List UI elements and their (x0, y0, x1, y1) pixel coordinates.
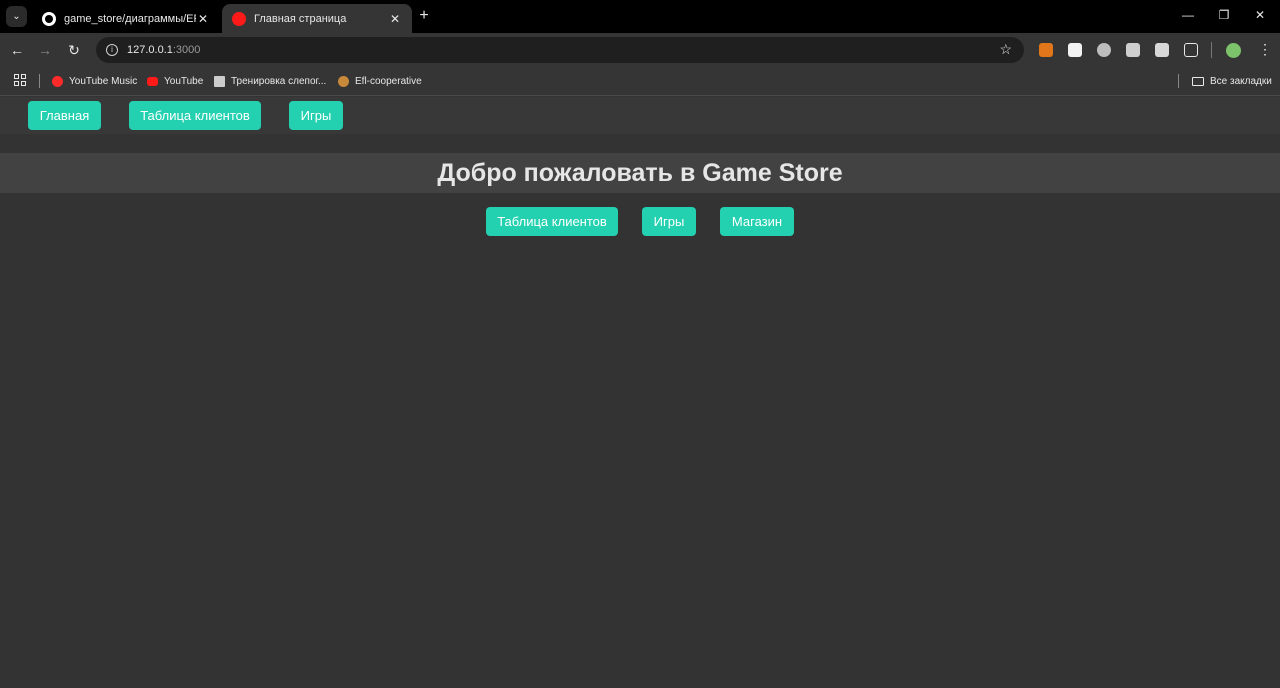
nav-games-button[interactable]: Игры (289, 101, 343, 130)
page-content: Главная Таблица клиентов Игры Добро пожа… (0, 97, 1280, 688)
url-port: :3000 (172, 44, 201, 56)
bookmark-typing[interactable]: Тренировка слепог... (214, 73, 326, 89)
games-button[interactable]: Игры (642, 207, 696, 236)
bookmark-efl[interactable]: Efl-cooperative (338, 73, 422, 89)
bookmark-youtube[interactable]: YouTube (147, 73, 203, 89)
top-nav: Главная Таблица клиентов Игры (0, 97, 1280, 134)
apps-grid-icon[interactable] (14, 74, 26, 86)
address-bar[interactable]: i 127.0.0.1 :3000 ☆ (96, 37, 1024, 63)
nav-clients-button[interactable]: Таблица клиентов (129, 101, 261, 130)
extensions-puzzle-icon[interactable] (1184, 43, 1198, 57)
tab-active[interactable]: Главная страница ✕ (222, 4, 412, 33)
red-circle-icon (232, 11, 246, 26)
hero-banner: Добро пожаловать в Game Store (0, 153, 1280, 193)
youtube-icon (147, 76, 158, 86)
bookmark-label: Efl-cooperative (355, 75, 422, 87)
extension-box-icon[interactable] (1155, 43, 1169, 57)
clients-table-button[interactable]: Таблица клиентов (486, 207, 618, 236)
bookmark-separator (1178, 74, 1179, 88)
close-icon[interactable]: ✕ (196, 12, 210, 26)
page-title: Добро пожаловать в Game Store (437, 158, 843, 187)
bookmark-label: Тренировка слепог... (231, 75, 327, 87)
bookmark-label: YouTube Music (69, 75, 138, 87)
reload-icon[interactable]: ↻ (65, 41, 83, 59)
toolbar-divider (1211, 42, 1212, 58)
minimize-icon[interactable]: — (1178, 8, 1198, 22)
store-button[interactable]: Магазин (720, 207, 794, 236)
tab-strip: ⌄ game_store/диаграммы/ER_DIA ✕ Главная … (0, 0, 1280, 33)
tab-search-button[interactable]: ⌄ (6, 6, 27, 27)
window-close-icon[interactable]: ✕ (1250, 8, 1270, 22)
restore-icon[interactable]: ❐ (1214, 8, 1234, 22)
extension-rocket-icon[interactable] (1126, 43, 1140, 57)
tab-title: Главная страница (254, 12, 347, 25)
profile-avatar[interactable] (1226, 43, 1241, 58)
menu-dots-icon[interactable]: ⋮ (1258, 40, 1272, 58)
tab-github[interactable]: game_store/диаграммы/ER_DIA ✕ (32, 4, 220, 33)
bookmark-star-icon[interactable]: ☆ (999, 41, 1012, 58)
extension-dice-icon[interactable] (1068, 43, 1082, 57)
bookmark-youtube-music[interactable]: YouTube Music (52, 73, 137, 89)
new-tab-icon[interactable]: + (416, 8, 432, 24)
page-icon (214, 75, 225, 87)
back-icon[interactable]: ← (8, 41, 26, 59)
bookmark-separator (39, 74, 40, 88)
folder-icon (1192, 76, 1204, 86)
close-icon[interactable]: ✕ (388, 12, 402, 26)
browser-toolbar: ← → ↻ i 127.0.0.1 :3000 ☆ ⋮ (0, 33, 1280, 66)
github-icon (42, 11, 56, 26)
forward-icon[interactable]: → (36, 41, 54, 59)
bookmarks-bar: YouTube Music YouTube Тренировка слепог.… (0, 66, 1280, 96)
bookmark-label: YouTube (164, 75, 204, 87)
metamask-icon[interactable] (1039, 43, 1053, 57)
url-host: 127.0.0.1 (127, 44, 173, 56)
all-bookmarks-label: Все закладки (1210, 75, 1272, 87)
nav-home-button[interactable]: Главная (28, 101, 101, 130)
globe-icon (338, 75, 349, 87)
tab-title: game_store/диаграммы/ER_DIA (64, 12, 196, 25)
youtube-music-icon (52, 75, 63, 87)
extension-globe-icon[interactable] (1097, 43, 1111, 57)
site-info-icon[interactable]: i (106, 44, 118, 56)
all-bookmarks[interactable]: Все закладки (1192, 73, 1272, 89)
